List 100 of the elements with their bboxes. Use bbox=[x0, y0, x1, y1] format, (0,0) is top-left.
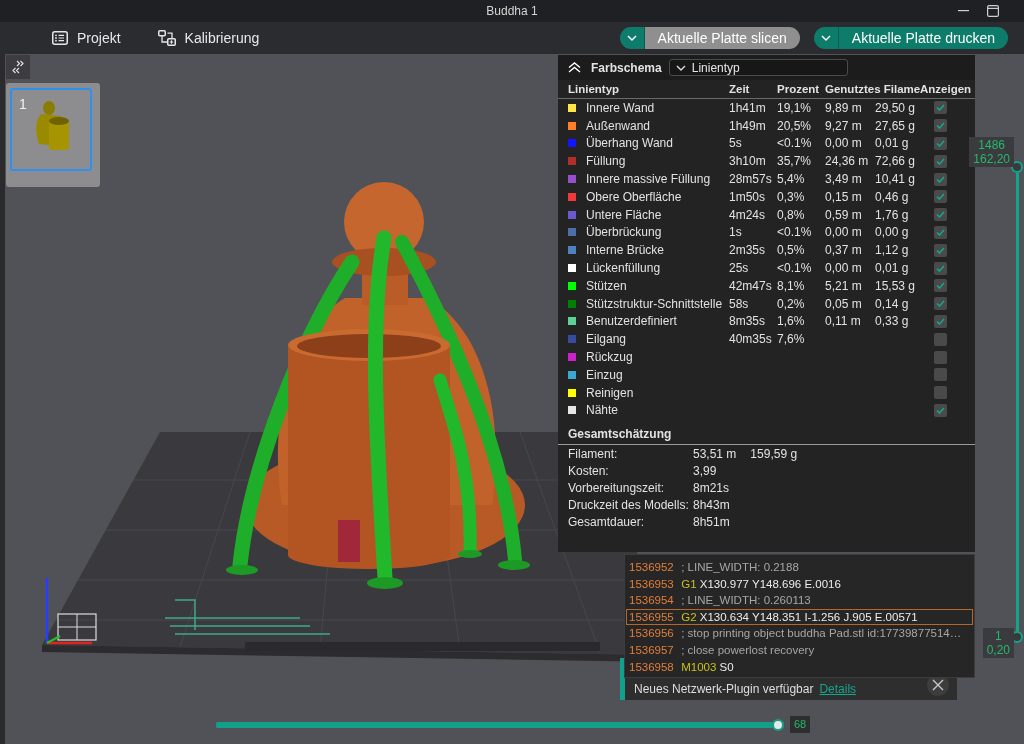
table-cell-text: 1h49m bbox=[729, 118, 767, 133]
dropdown-button[interactable] bbox=[619, 27, 644, 49]
estimate-value: 53,51 m bbox=[693, 446, 737, 464]
table-cell-text: 3,49 m bbox=[825, 172, 863, 187]
double-chevron-up-icon[interactable] bbox=[568, 62, 581, 73]
visibility-checkbox[interactable] bbox=[934, 314, 947, 328]
table-cell-text: 0,15 m bbox=[825, 189, 863, 204]
table-cell-text: 28m57s bbox=[729, 172, 773, 187]
visibility-checkbox[interactable] bbox=[934, 350, 947, 364]
visibility-checkbox[interactable] bbox=[934, 172, 947, 186]
visibility-checkbox[interactable] bbox=[934, 154, 947, 168]
visibility-checkbox[interactable] bbox=[934, 243, 947, 257]
column-header: Genutztes Filame bbox=[825, 83, 920, 95]
gcode-line: 1536958 M1003 S0 bbox=[628, 659, 735, 675]
visibility-checkbox[interactable] bbox=[934, 368, 947, 382]
table-cell-text: 0,01 g bbox=[875, 136, 910, 151]
slider-handle[interactable] bbox=[772, 718, 784, 731]
column-header: Anzeigen bbox=[920, 83, 973, 95]
table-cell-text: 42m47s bbox=[729, 278, 773, 293]
menu-button[interactable]: Projekt bbox=[46, 26, 127, 50]
table-cell-text: 0,33 g bbox=[875, 314, 910, 329]
estimate-value: 3,99 bbox=[693, 463, 717, 481]
visibility-checkbox[interactable] bbox=[934, 208, 947, 222]
table-cell-text: 9,27 m bbox=[825, 118, 863, 133]
table-cell-text: 1,6% bbox=[777, 314, 806, 329]
visibility-checkbox[interactable] bbox=[934, 297, 947, 311]
line-type-label: Innere Wand bbox=[586, 100, 656, 115]
gcode-line: 1536956 ; stop printing object buddha Pad.stl id:17739877514… bbox=[628, 626, 963, 642]
legend-title: Farbschema bbox=[591, 60, 662, 75]
layer-slider-track[interactable] bbox=[1015, 173, 1019, 631]
gcode-line: 1536953 G1 X130.977 Y148.696 E.0016 bbox=[628, 576, 842, 592]
caret-icon bbox=[626, 35, 637, 41]
line-type-label: Untere Fläche bbox=[586, 207, 663, 222]
action-button[interactable]: Aktuelle Platte slicen bbox=[643, 27, 800, 49]
table-cell-text: 1h41m bbox=[729, 100, 767, 115]
table-cell-text: 1s bbox=[729, 225, 743, 240]
visibility-checkbox[interactable] bbox=[934, 403, 947, 417]
check-icon bbox=[936, 264, 945, 272]
check-icon bbox=[936, 246, 945, 254]
estimate-label: Filament: bbox=[568, 446, 619, 464]
minimize-icon[interactable] bbox=[958, 10, 969, 12]
check-icon bbox=[936, 140, 945, 147]
visibility-checkbox[interactable] bbox=[934, 332, 947, 346]
details-link[interactable]: Details bbox=[819, 682, 857, 696]
check-icon bbox=[936, 406, 945, 414]
column-header: Zeit bbox=[729, 83, 751, 95]
visibility-checkbox[interactable] bbox=[934, 225, 947, 239]
table-cell-text: 58s bbox=[729, 296, 750, 311]
layer-number: 1486 bbox=[978, 138, 1005, 152]
visibility-checkbox[interactable] bbox=[934, 119, 947, 133]
line-type-label: Stützstruktur-Schnittstelle bbox=[586, 296, 724, 311]
table-cell-text: 0,11 m bbox=[825, 314, 862, 329]
visibility-checkbox[interactable] bbox=[934, 279, 947, 293]
table-cell-text: 5,21 m bbox=[825, 278, 863, 293]
visibility-checkbox[interactable] bbox=[934, 137, 947, 150]
visibility-checkbox[interactable] bbox=[934, 261, 947, 275]
table-cell-text: 0,3% bbox=[777, 189, 806, 204]
table-cell-text: 7,6% bbox=[777, 332, 806, 347]
estimate-value: 8h43m bbox=[693, 497, 730, 515]
table-cell-text: 0,5% bbox=[777, 243, 806, 258]
table-cell-text: 10,41 g bbox=[875, 172, 917, 187]
table-cell-text: 24,36 m bbox=[825, 154, 870, 169]
double-chevron-icon bbox=[11, 60, 25, 74]
layer-height: 162,20 bbox=[973, 152, 1010, 166]
table-cell-text: 0,01 g bbox=[875, 261, 910, 276]
check-icon bbox=[936, 157, 945, 165]
estimate-label: Gesamtdauer: bbox=[568, 514, 646, 532]
table-cell-text: 0,8% bbox=[777, 207, 806, 222]
estimate-label: Druckzeit des Modells: bbox=[568, 497, 690, 515]
table-cell-text: 0,00 m bbox=[825, 136, 863, 151]
line-type-label: Innere massive Füllung bbox=[586, 172, 712, 187]
dropdown-button[interactable] bbox=[813, 27, 838, 49]
table-cell-text: <0.1% bbox=[777, 261, 813, 276]
plate-thumbnail[interactable]: 1 bbox=[10, 88, 92, 171]
table-cell-text: 0,2% bbox=[777, 296, 806, 311]
table-cell-text: 0,37 m bbox=[825, 243, 863, 258]
caret-icon bbox=[675, 64, 686, 71]
scheme-dropdown[interactable]: Linientyp bbox=[668, 59, 848, 76]
table-cell-text: 0,00 m bbox=[825, 261, 863, 276]
check-icon bbox=[936, 104, 945, 112]
table-cell-text: 5,4% bbox=[777, 172, 806, 187]
visibility-checkbox[interactable] bbox=[934, 101, 947, 115]
action-button[interactable]: Aktuelle Platte drucken bbox=[837, 27, 1008, 49]
close-icon bbox=[932, 679, 944, 691]
table-cell-text: 20,5% bbox=[777, 118, 813, 133]
sidebar-toggle[interactable] bbox=[6, 55, 30, 79]
table-cell-text: 0,05 m bbox=[825, 296, 863, 311]
line-type-label: Außenwand bbox=[586, 118, 652, 133]
visibility-checkbox[interactable] bbox=[934, 386, 947, 400]
table-cell-text: 5s bbox=[729, 136, 743, 151]
estimate-value: 159,59 g bbox=[750, 446, 798, 464]
menu-button[interactable]: Kalibrierung bbox=[151, 26, 266, 50]
line-type-label: Eilgang bbox=[586, 332, 628, 347]
table-cell-text: 9,89 m bbox=[825, 100, 863, 115]
maximize-icon[interactable] bbox=[987, 5, 999, 17]
visibility-checkbox[interactable] bbox=[934, 190, 947, 204]
line-type-label: Überbrückung bbox=[586, 225, 663, 240]
table-cell-text: 0,46 g bbox=[875, 189, 910, 204]
layer-number: 1 bbox=[994, 629, 1002, 643]
line-type-label: Rückzug bbox=[586, 350, 634, 365]
